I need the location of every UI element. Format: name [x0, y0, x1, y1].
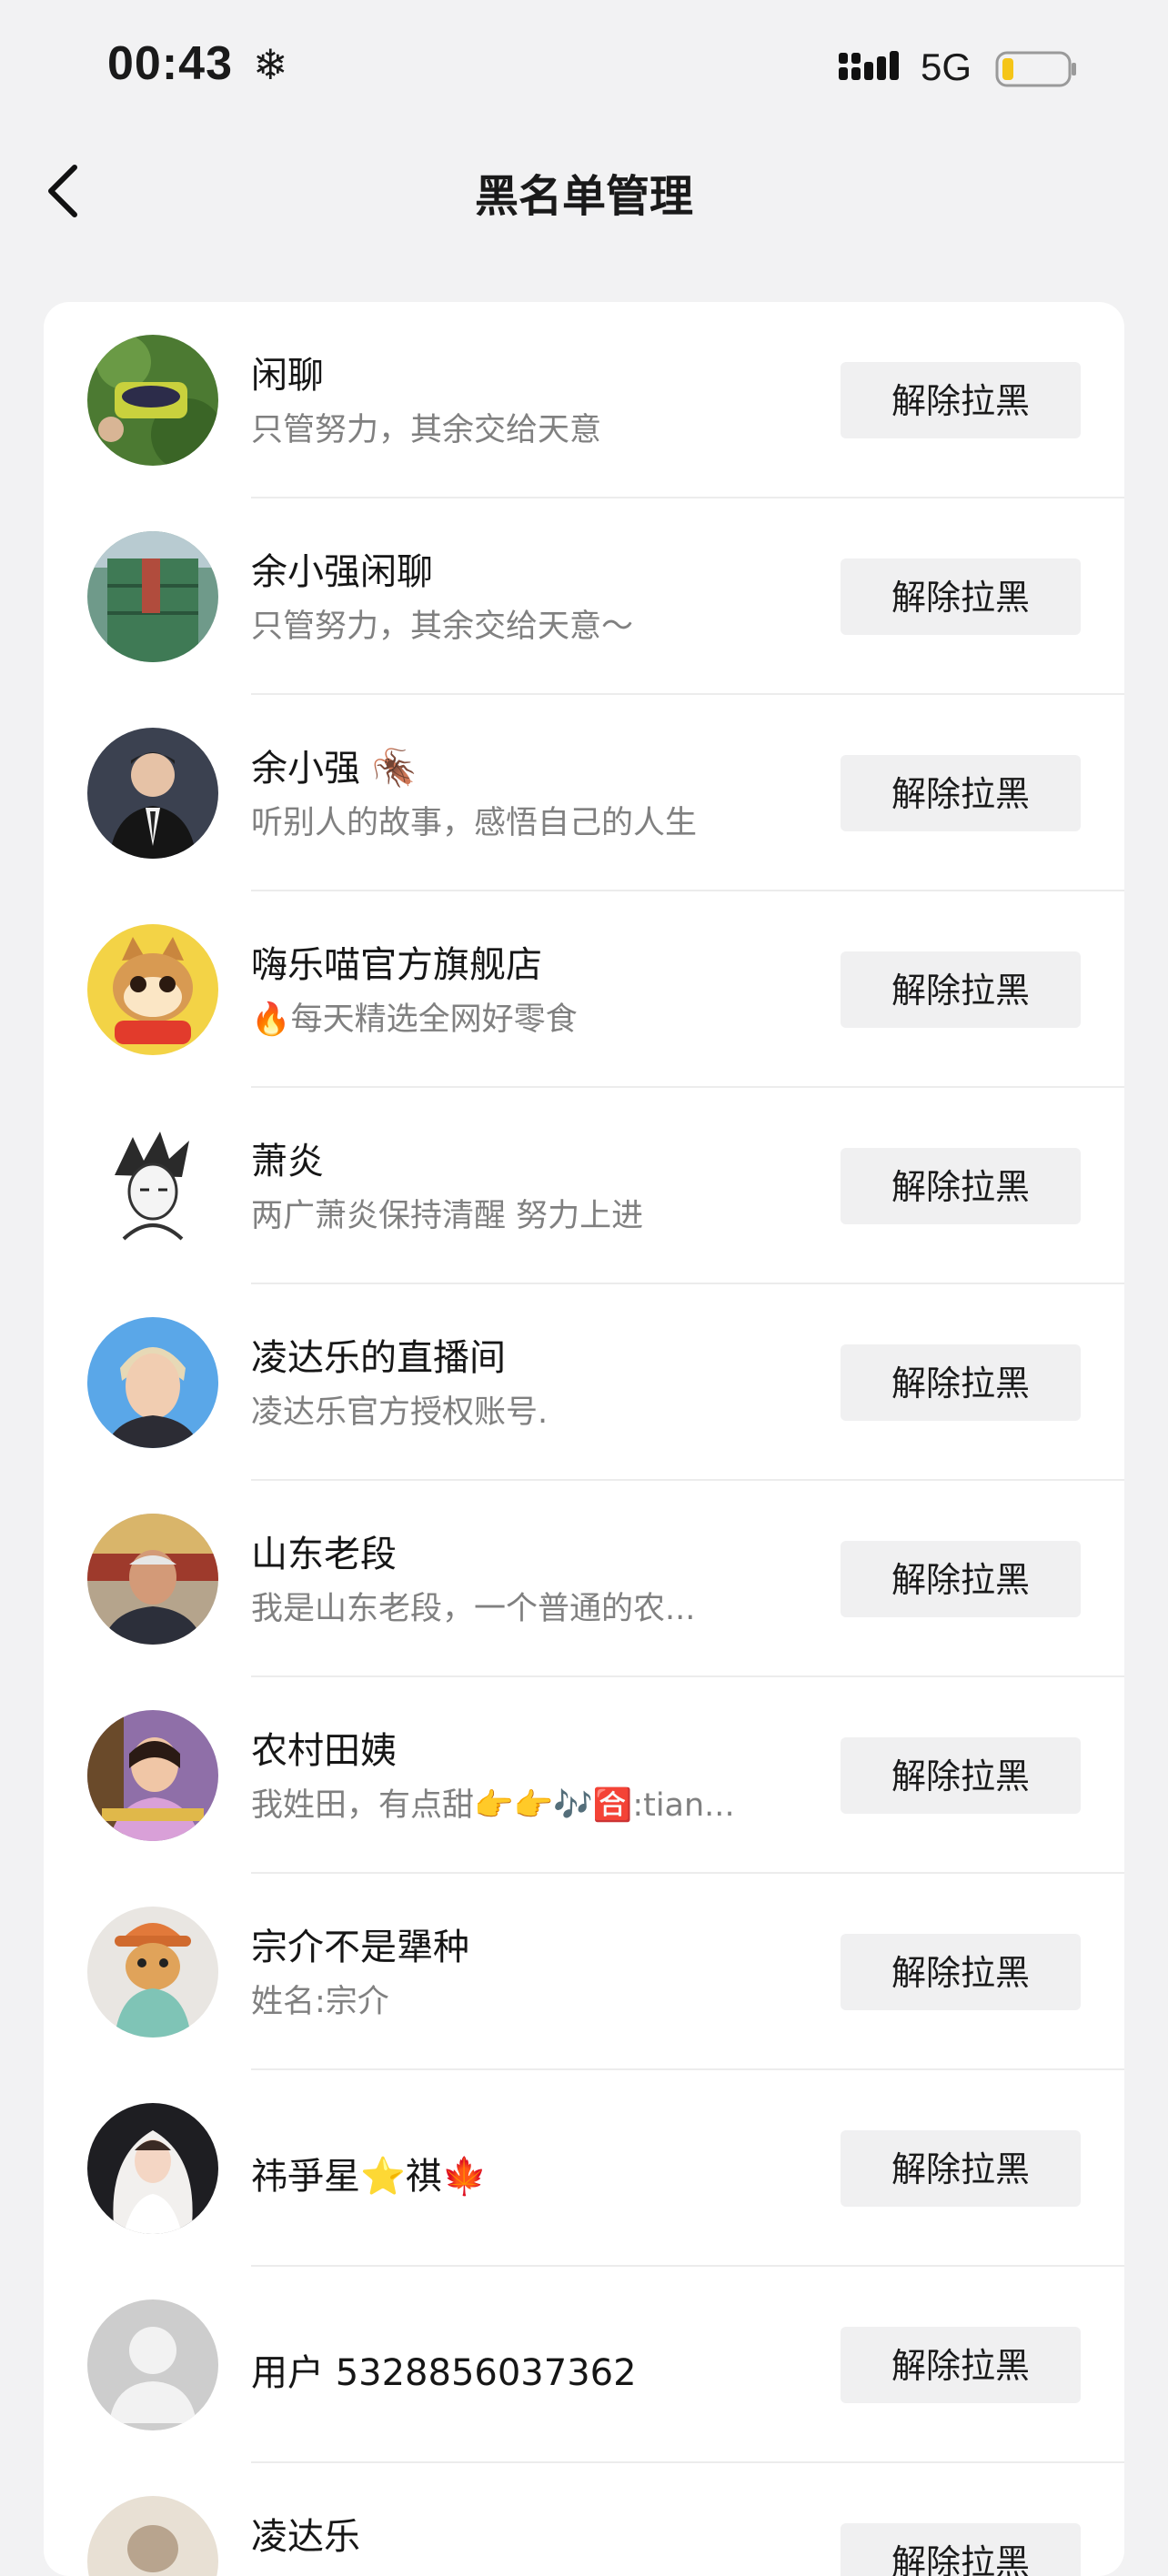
unblock-button[interactable]: 解除拉黑 [841, 1934, 1081, 2010]
user-bio: 只管努力，其余交给天意 [251, 412, 602, 448]
user-name: 农村田姨 [251, 1730, 397, 1772]
user-name: 嗨乐喵官方旗舰店 [251, 944, 542, 986]
person-photo-avatar[interactable] [87, 1317, 218, 1448]
unblock-button[interactable]: 解除拉黑 [841, 1148, 1081, 1224]
unblock-button[interactable]: 解除拉黑 [841, 2523, 1081, 2576]
user-bio: 我是山东老段，一个普通的农... [251, 1591, 696, 1627]
building-photo-avatar[interactable] [87, 531, 218, 662]
blocked-list: 闲聊 只管努力，其余交给天意 解除拉黑 余小强闲聊 只管努力，其余交给天意～ 解… [44, 302, 1124, 2576]
blocked-user-row: 宗介不是犟种 姓名:宗介 解除拉黑 [44, 1874, 1124, 2070]
user-name: 用户 5328856037362 [251, 2352, 637, 2394]
unblock-button[interactable]: 解除拉黑 [841, 2327, 1081, 2403]
user-name: 祎爭星⭐祺🍁 [251, 2156, 488, 2198]
user-bio: 姓名:宗介 [251, 1984, 389, 2020]
blocked-user-row: 凌达乐的直播间 凌达乐官方授权账号. 解除拉黑 [44, 1284, 1124, 1481]
blocked-user-row: 农村田姨 我姓田，有点甜👉👉🎶🈴:tian... 解除拉黑 [44, 1677, 1124, 1874]
user-name: 山东老段 [251, 1534, 397, 1575]
user-name: 萧炎 [251, 1141, 324, 1182]
blocked-user-row: 余小强 🪳 听别人的故事，感悟自己的人生 解除拉黑 [44, 695, 1124, 891]
unblock-button[interactable]: 解除拉黑 [841, 951, 1081, 1028]
user-name: 凌达乐 [251, 2516, 360, 2558]
blocked-user-row: 闲聊 只管努力，其余交给天意 解除拉黑 [44, 302, 1124, 498]
blocked-user-row: 余小强闲聊 只管努力，其余交给天意～ 解除拉黑 [44, 498, 1124, 695]
user-bio: 只管努力，其余交给天意～ [251, 609, 634, 645]
blocked-user-row: 用户 5328856037362 解除拉黑 [44, 2267, 1124, 2463]
user-bio: 🔥每天精选全网好零食 [251, 1001, 578, 1038]
user-bio: 两广萧炎保持清醒 努力上进 [251, 1198, 644, 1234]
user-bio: 凌达乐官方授权账号. [251, 1394, 549, 1431]
user-bio: 我姓田，有点甜👉👉🎶🈴:tian... [251, 1787, 735, 1824]
blocked-user-row: 山东老段 我是山东老段，一个普通的农... 解除拉黑 [44, 1481, 1124, 1677]
blocked-user-row: 祎爭星⭐祺🍁 解除拉黑 [44, 2070, 1124, 2267]
blocked-user-row: 凌达乐 解除拉黑 [44, 2463, 1124, 2576]
default-avatar-icon[interactable] [87, 2299, 218, 2430]
old-man-photo-avatar[interactable] [87, 1514, 218, 1645]
unblock-button[interactable]: 解除拉黑 [841, 558, 1081, 635]
signal-icon [839, 51, 899, 80]
network-label: 5G [921, 45, 972, 88]
blocked-user-row: 萧炎 两广萧炎保持清醒 努力上进 解除拉黑 [44, 1088, 1124, 1284]
man-suit-photo-avatar[interactable] [87, 728, 218, 859]
battery-icon [995, 51, 1076, 87]
status-bar: 00:43 ❄ 5G [0, 0, 1168, 136]
unblock-button[interactable]: 解除拉黑 [841, 755, 1081, 831]
woman-photo-avatar[interactable] [87, 1710, 218, 1841]
cat-hat-photo-avatar[interactable] [87, 1907, 218, 2038]
anime-sketch-avatar[interactable] [87, 1121, 218, 1252]
snowflake-icon: ❄ [253, 40, 288, 89]
unblock-button[interactable]: 解除拉黑 [841, 362, 1081, 438]
user-name: 凌达乐的直播间 [251, 1337, 506, 1379]
person-photo-avatar[interactable] [87, 2496, 218, 2576]
user-name: 宗介不是犟种 [251, 1927, 469, 1968]
unblock-button[interactable]: 解除拉黑 [841, 1344, 1081, 1421]
status-time: 00:43 [107, 37, 233, 90]
unblock-button[interactable]: 解除拉黑 [841, 1541, 1081, 1617]
unblock-button[interactable]: 解除拉黑 [841, 2130, 1081, 2207]
cat-logo-avatar[interactable] [87, 924, 218, 1055]
user-name: 余小强 🪳 [251, 748, 418, 790]
user-name: 闲聊 [251, 355, 324, 397]
unblock-button[interactable]: 解除拉黑 [841, 1737, 1081, 1814]
basket-photo-avatar[interactable] [87, 335, 218, 466]
user-bio: 听别人的故事，感悟自己的人生 [251, 805, 698, 841]
blocked-user-row: 嗨乐喵官方旗舰店 🔥每天精选全网好零食 解除拉黑 [44, 891, 1124, 1088]
nav-bar: 黑名单管理 [0, 136, 1168, 246]
page-title: 黑名单管理 [474, 171, 693, 222]
user-name: 余小强闲聊 [251, 551, 433, 593]
bride-photo-avatar[interactable] [87, 2103, 218, 2234]
